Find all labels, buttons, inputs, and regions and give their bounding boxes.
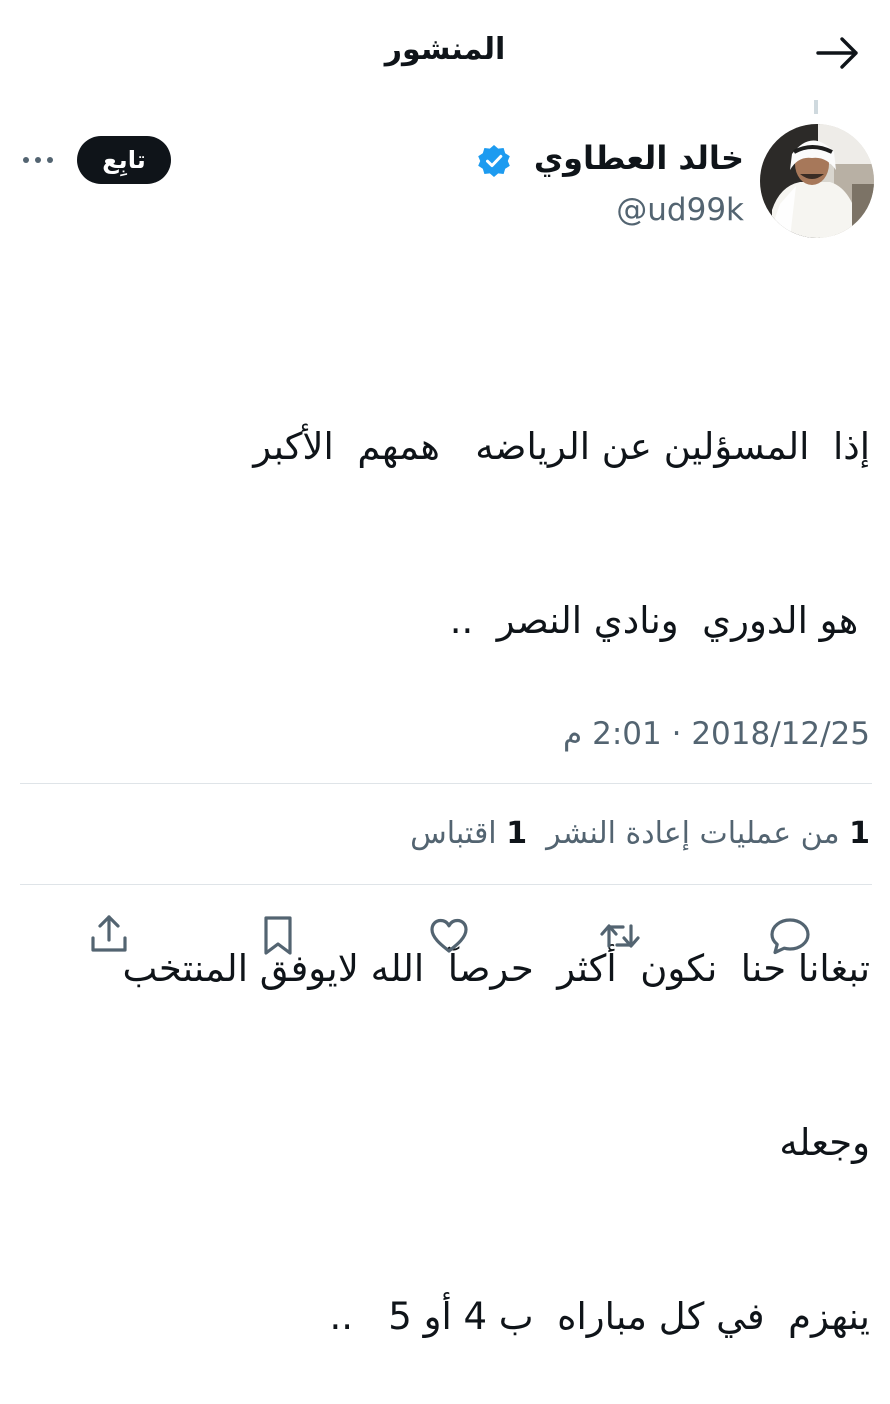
- share-icon: [91, 915, 127, 952]
- more-horizontal-icon: [23, 157, 53, 163]
- tweet-line: هو الدوري ونادي النصر ..: [449, 599, 870, 642]
- page-title: المنشور: [384, 32, 506, 67]
- tweet-timestamp[interactable]: 2018/12/25 · 2:01 م: [563, 712, 870, 756]
- heart-icon: [430, 918, 468, 953]
- action-bar: [0, 908, 890, 964]
- more-button[interactable]: [20, 148, 60, 172]
- repost-button[interactable]: [592, 908, 648, 964]
- divider: [20, 783, 872, 784]
- author-handle[interactable]: @ud99k: [616, 190, 744, 230]
- quotes-count: 1: [506, 816, 528, 851]
- reply-icon: [770, 918, 810, 955]
- follow-button[interactable]: تابِع: [77, 136, 171, 184]
- reposts-count: 1: [849, 816, 870, 851]
- tweet-line: ينهزم في كل مباراه ب 4 أو 5 ..: [329, 1295, 870, 1338]
- thread-connector-line: [814, 100, 818, 114]
- top-bar: المنشور: [0, 0, 890, 100]
- reply-button[interactable]: [762, 908, 818, 964]
- tweet-line: وجعله: [779, 1121, 870, 1164]
- reposts-stat[interactable]: 1 من عمليات إعادة النشر: [546, 816, 870, 851]
- tweet-date: 2018/12/25: [691, 716, 870, 752]
- divider: [20, 884, 872, 885]
- verified-badge-icon: [476, 143, 512, 179]
- like-button[interactable]: [421, 908, 477, 964]
- author-name[interactable]: خالد العطاوي: [534, 136, 744, 180]
- meta-separator: ·: [671, 716, 682, 752]
- reposts-label: من عمليات إعادة النشر: [546, 816, 840, 851]
- tweet-line: إذا المسؤلين عن الرياضه همهم الأكبر: [253, 425, 870, 468]
- back-button[interactable]: [812, 30, 864, 76]
- engagement-stats: 1 من عمليات إعادة النشر 1 اقتباس: [410, 812, 870, 856]
- bookmark-icon: [264, 916, 292, 955]
- repost-icon: [600, 924, 640, 948]
- avatar[interactable]: [760, 124, 874, 238]
- tweet-time: 2:01 م: [563, 716, 662, 752]
- bookmark-button[interactable]: [250, 908, 306, 964]
- share-button[interactable]: [81, 908, 137, 964]
- quotes-label: اقتباس: [410, 816, 497, 851]
- arrow-right-icon: [816, 37, 858, 69]
- profile-photo: [760, 124, 874, 238]
- quotes-stat[interactable]: 1 اقتباس: [410, 816, 527, 851]
